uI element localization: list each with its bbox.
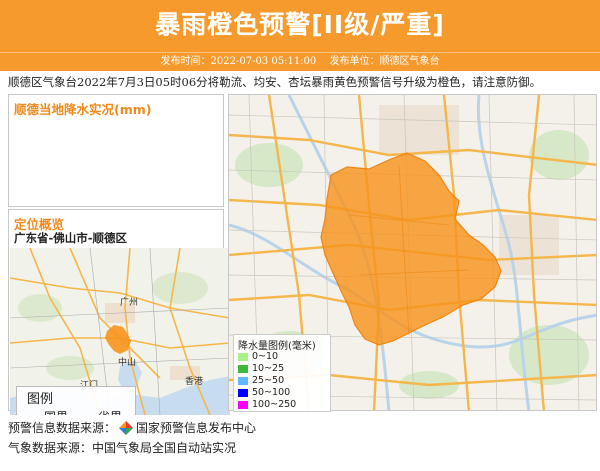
rainfall-legend-title: 降水量图例(毫米)	[238, 341, 316, 352]
publish-time: 发布时间：2022-07-03 05:11:00	[160, 56, 317, 67]
location-minimap[interactable]: 广州 中山 江门 香港 图例 国界 省界	[10, 248, 230, 415]
diamond-logo-icon	[119, 420, 134, 435]
minimap-label-zhongshan: 中山	[118, 358, 137, 368]
rainfall-range-label: 10~25	[252, 363, 285, 374]
rainfall-legend-item: 25~50	[238, 375, 284, 386]
rain-panel-title: 顺德当地降水实况(mm)	[14, 102, 152, 117]
rainfall-swatch	[238, 400, 248, 409]
rainfall-legend-item: 0~10	[238, 351, 278, 362]
weather-source-line: 气象数据来源：中国气象局全国自动站实况	[8, 439, 236, 456]
weather-source-text: 气象数据来源：中国气象局全国自动站实况	[8, 441, 237, 455]
rainfall-range-label: 0~10	[252, 351, 279, 362]
publish-info-bar: 发布时间：2022-07-03 05:11:00 发布单位：顺德区气象台	[0, 52, 600, 71]
publisher: 发布单位：顺德区气象台	[329, 56, 440, 67]
rainfall-swatch	[238, 352, 248, 361]
legend-national-border: 国界	[25, 408, 68, 415]
rainfall-legend-item: 50~100	[238, 387, 290, 398]
boundary-legend-title: 图例	[27, 392, 54, 407]
rainfall-legend-item: 100~250	[238, 399, 296, 410]
warning-summary: 顺德区气象台2022年7月3日05时06分将勒流、均安、杏坛暴雨黄色预警信号升级…	[8, 75, 542, 89]
rainfall-swatch	[238, 376, 248, 385]
minimap-label-hongkong: 香港	[185, 377, 204, 387]
boundary-legend: 图例 国界 省界	[16, 386, 136, 415]
rainfall-range-label: 50~100	[252, 387, 291, 398]
national-border-label: 国界	[44, 408, 68, 415]
rainfall-range-label: 100~250	[252, 399, 297, 410]
rainfall-swatch	[238, 364, 248, 373]
location-overview-panel: 定位概览 广东省-佛山市-顺德区 广州 中山 香港 图例	[8, 209, 230, 415]
warning-source-line: 预警信息数据来源： 国家预警信息发布中心	[8, 419, 256, 436]
minimap-label-guangzhou: 广州	[120, 298, 139, 308]
rain-observation-panel: 顺德当地降水实况(mm)	[8, 94, 224, 207]
rainfall-legend-item: 10~25	[238, 363, 284, 374]
warning-source-name: 国家预警信息发布中心	[136, 421, 257, 435]
legend-provincial-border: 省界	[79, 408, 122, 415]
warning-title: 暴雨橙色预警[II级/严重]	[0, 0, 600, 52]
location-path: 广东省-佛山市-顺德区	[14, 231, 128, 245]
provincial-border-label: 省界	[98, 408, 122, 415]
rainfall-legend: 降水量图例(毫米) 0~10 10~25 25~50 50~100 100~25…	[233, 334, 331, 412]
rainfall-range-label: 25~50	[252, 375, 285, 386]
rainfall-swatch	[238, 388, 248, 397]
warning-source-label: 预警信息数据来源：	[8, 421, 117, 435]
